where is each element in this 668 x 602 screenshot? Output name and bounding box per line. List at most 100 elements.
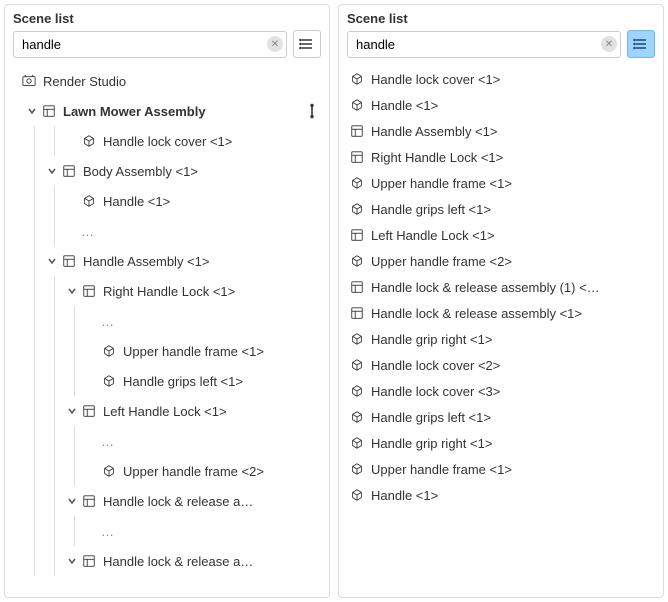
chevron-down-icon[interactable]	[25, 104, 39, 118]
tree-scroll-area[interactable]: Render StudioLawn Mower Assembly Handle l…	[5, 64, 329, 597]
indent-guide	[5, 366, 25, 396]
indent-guide	[5, 186, 25, 216]
indent-guide	[25, 186, 45, 216]
indent-guide	[45, 126, 65, 156]
chevron-down-icon[interactable]	[65, 284, 79, 298]
assembly-icon	[81, 283, 97, 299]
tree-item-label: Upper handle frame <1>	[123, 344, 264, 359]
list-item[interactable]: Left Handle Lock <1>	[339, 222, 663, 248]
part-icon	[101, 463, 117, 479]
assembly-icon	[349, 149, 365, 165]
list-item[interactable]: Upper handle frame <1>	[339, 170, 663, 196]
tree-item[interactable]: Lawn Mower Assembly	[5, 96, 329, 126]
indent-guide	[25, 456, 45, 486]
tree-item-label: Handle lock & release a…	[103, 554, 253, 569]
tree-item-label: …	[101, 524, 114, 539]
flat-scroll-area[interactable]: Handle lock cover <1>Handle <1>Handle As…	[339, 64, 663, 597]
list-item[interactable]: Handle lock & release assembly <1>	[339, 300, 663, 326]
indent-guide	[25, 246, 45, 276]
indent-guide	[5, 156, 25, 186]
tree-item-label: Handle lock & release a…	[103, 494, 253, 509]
tree-ellipsis: …	[5, 306, 329, 336]
indent-guide	[25, 216, 45, 246]
list-item[interactable]: Right Handle Lock <1>	[339, 144, 663, 170]
chevron-down-icon[interactable]	[45, 164, 59, 178]
tree-item[interactable]: Handle lock cover <1>	[5, 126, 329, 156]
tree-item-label: Handle <1>	[103, 194, 170, 209]
list-item[interactable]: Handle lock cover <2>	[339, 352, 663, 378]
tree-item-label: Handle lock cover <1>	[103, 134, 232, 149]
tree-item[interactable]: Handle grips left <1>	[5, 366, 329, 396]
list-item-label: Upper handle frame <1>	[371, 176, 512, 191]
list-item-label: Handle grips left <1>	[371, 202, 491, 217]
assembly-icon	[81, 493, 97, 509]
indent-guide	[45, 546, 65, 576]
indent-guide	[45, 486, 65, 516]
list-item-label: Handle grips left <1>	[371, 410, 491, 425]
chevron-down-icon[interactable]	[65, 494, 79, 508]
list-item[interactable]: Upper handle frame <1>	[339, 456, 663, 482]
search-box: ✕	[347, 31, 621, 58]
indent-guide	[5, 456, 25, 486]
indent-guide	[25, 426, 45, 456]
part-icon	[101, 343, 117, 359]
list-item[interactable]: Handle lock cover <1>	[339, 66, 663, 92]
indent-guide	[5, 126, 25, 156]
joint-icon[interactable]	[303, 102, 321, 120]
assembly-icon	[81, 553, 97, 569]
tree-item[interactable]: Left Handle Lock <1>	[5, 396, 329, 426]
list-item[interactable]: Handle <1>	[339, 92, 663, 118]
studio-icon	[21, 73, 37, 89]
list-item[interactable]: Handle grips left <1>	[339, 404, 663, 430]
tree-item-label: Left Handle Lock <1>	[103, 404, 227, 419]
tree-item[interactable]: Handle <1>	[5, 186, 329, 216]
indent-guide	[5, 96, 25, 126]
tree-item[interactable]: Handle Assembly <1>	[5, 246, 329, 276]
tree-item[interactable]: Upper handle frame <1>	[5, 336, 329, 366]
list-item[interactable]: Handle Assembly <1>	[339, 118, 663, 144]
indent-guide	[65, 456, 85, 486]
panel-title: Scene list	[5, 5, 329, 30]
indent-guide	[65, 426, 85, 456]
part-icon	[349, 487, 365, 503]
indent-guide	[5, 276, 25, 306]
chevron-down-icon[interactable]	[65, 554, 79, 568]
tree-item[interactable]: Body Assembly <1>	[5, 156, 329, 186]
tree-item[interactable]: Right Handle Lock <1>	[5, 276, 329, 306]
list-item-label: Handle lock & release assembly <1>	[371, 306, 582, 321]
scene-list-panel-tree: Scene list ✕ Render StudioLawn Mower Ass…	[4, 4, 330, 598]
search-input[interactable]	[347, 31, 621, 58]
search-box: ✕	[13, 31, 287, 58]
list-item-label: Handle lock cover <1>	[371, 72, 500, 87]
list-item[interactable]: Handle <1>	[339, 482, 663, 508]
part-icon	[349, 461, 365, 477]
list-item[interactable]: Handle lock & release assembly (1) <…	[339, 274, 663, 300]
indent-guide	[45, 336, 65, 366]
indent-guide	[25, 336, 45, 366]
tree-item[interactable]: Handle lock & release a…	[5, 546, 329, 576]
list-item[interactable]: Handle grips left <1>	[339, 196, 663, 222]
indent-guide	[65, 306, 85, 336]
indent-guide	[5, 546, 25, 576]
clear-search-icon[interactable]: ✕	[601, 36, 617, 52]
search-input[interactable]	[13, 31, 287, 58]
tree-item[interactable]: Upper handle frame <2>	[5, 456, 329, 486]
chevron-down-icon[interactable]	[45, 254, 59, 268]
clear-search-icon[interactable]: ✕	[267, 36, 283, 52]
tree-item-label: Upper handle frame <2>	[123, 464, 264, 479]
list-item[interactable]: Upper handle frame <2>	[339, 248, 663, 274]
list-item[interactable]: Handle lock cover <3>	[339, 378, 663, 404]
tree-item[interactable]: Render Studio	[5, 66, 329, 96]
tree-item-label: Handle grips left <1>	[123, 374, 243, 389]
list-item[interactable]: Handle grip right <1>	[339, 326, 663, 352]
indent-guide	[45, 516, 65, 546]
indent-guide	[25, 276, 45, 306]
tree-ellipsis: …	[5, 216, 329, 246]
flat-list-toggle[interactable]	[627, 30, 655, 58]
flat-list-toggle[interactable]	[293, 30, 321, 58]
indent-guide	[5, 216, 25, 246]
list-item[interactable]: Handle grip right <1>	[339, 430, 663, 456]
tree-item[interactable]: Handle lock & release a…	[5, 486, 329, 516]
chevron-down-icon[interactable]	[65, 404, 79, 418]
part-icon	[349, 201, 365, 217]
